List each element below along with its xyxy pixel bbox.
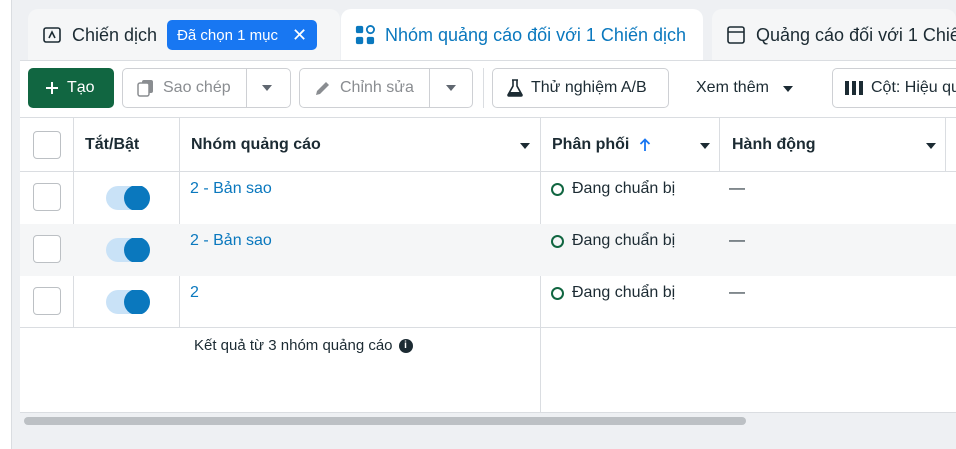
tab-campaigns-label: Chiến dịch: [72, 24, 158, 45]
split-divider: [429, 68, 430, 108]
actions-value: —: [729, 284, 745, 301]
header-delivery-sort-icon[interactable]: [700, 143, 710, 149]
ad-set-name-link[interactable]: 2 - Bản sao: [190, 232, 272, 250]
ad-sets-panel: Tạo Sao chép Chỉnh sửa Thử nghiệm A/B Xe…: [20, 60, 956, 425]
actions-value: —: [729, 232, 745, 249]
header-delivery[interactable]: Phân phối: [552, 118, 651, 172]
delivery-status-label: Đang chuẩn bị: [572, 284, 676, 301]
ab-test-button[interactable]: Thử nghiệm A/B: [492, 68, 669, 108]
row-checkbox[interactable]: [33, 235, 61, 263]
table-header: Tắt/Bật Nhóm quảng cáo Phân phối Hành độ…: [20, 117, 956, 172]
selected-badge-label: Đã chọn 1 mục: [177, 26, 278, 44]
info-icon[interactable]: i: [398, 338, 413, 353]
pencil-icon: [314, 79, 332, 97]
close-icon[interactable]: ✕: [292, 25, 307, 46]
create-button-label: Tạo: [67, 79, 95, 96]
table-row[interactable]: 2 - Bản sao Đang chuẩn bị —: [20, 172, 956, 224]
more-button[interactable]: Xem thêm: [686, 68, 806, 108]
header-delivery-label: Phân phối: [552, 136, 630, 153]
status-circle-icon: [551, 234, 564, 248]
row-checkbox[interactable]: [33, 183, 61, 211]
ab-test-button-label: Thử nghiệm A/B: [531, 79, 647, 96]
status-toggle[interactable]: [106, 238, 150, 262]
toolbar-divider: [483, 68, 484, 108]
horizontal-scrollbar[interactable]: [24, 417, 746, 425]
table-row[interactable]: 2 - Bản sao Đang chuẩn bị —: [20, 224, 956, 276]
select-all-checkbox[interactable]: [33, 131, 61, 159]
create-button[interactable]: Tạo: [28, 68, 114, 108]
chevron-down-icon: [782, 79, 793, 97]
edit-button-label: Chỉnh sửa: [340, 79, 414, 96]
columns-button[interactable]: Cột: Hiệu quả: [832, 68, 956, 108]
plus-icon: [45, 81, 59, 95]
table-row[interactable]: 2 Đang chuẩn bị —: [20, 276, 956, 328]
delivery-status: Đang chuẩn bị: [551, 180, 675, 198]
status-circle-icon: [551, 182, 564, 196]
arrow-up-icon: [639, 138, 651, 152]
header-toggle[interactable]: Tắt/Bật: [85, 118, 139, 172]
footer-divider: [20, 412, 956, 413]
duplicate-icon: [137, 79, 155, 97]
tab-ads-label: Quảng cáo đối với 1 Chiến dịch: [756, 24, 956, 45]
duplicate-button-label: Sao chép: [163, 79, 231, 96]
status-circle-icon: [551, 286, 564, 300]
status-toggle[interactable]: [106, 186, 150, 210]
left-edge: [0, 0, 12, 449]
header-name-sort-icon[interactable]: [520, 143, 530, 149]
delivery-status: Đang chuẩn bị: [551, 284, 675, 302]
delivery-status: Đang chuẩn bị: [551, 232, 675, 250]
toolbar: Tạo Sao chép Chỉnh sửa Thử nghiệm A/B Xe…: [28, 68, 956, 108]
ad-icon: [726, 25, 746, 45]
row-checkbox[interactable]: [33, 287, 61, 315]
header-name[interactable]: Nhóm quảng cáo: [191, 118, 321, 172]
column-divider: [945, 117, 946, 172]
duplicate-dropdown-icon[interactable]: [262, 85, 272, 91]
ad-set-icon: [355, 25, 375, 45]
ad-set-name-link[interactable]: 2: [190, 284, 199, 302]
tab-ad-sets[interactable]: Nhóm quảng cáo đối với 1 Chiến dịch: [341, 9, 703, 61]
edit-dropdown-icon[interactable]: [446, 85, 456, 91]
header-actions-sort-icon[interactable]: [926, 143, 936, 149]
header-actions[interactable]: Hành động: [732, 118, 816, 172]
flask-icon: [507, 79, 523, 97]
columns-button-label: Cột: Hiệu quả: [871, 79, 956, 96]
campaign-icon: [42, 25, 62, 45]
tab-campaigns[interactable]: Chiến dịch Đã chọn 1 mục ✕: [28, 9, 340, 61]
columns-icon: [845, 81, 863, 95]
actions-value: —: [729, 180, 745, 197]
delivery-status-label: Đang chuẩn bị: [572, 232, 676, 249]
selected-badge[interactable]: Đã chọn 1 mục ✕: [167, 20, 318, 50]
results-summary: Kết quả từ 3 nhóm quảng cáo i: [194, 337, 413, 354]
results-summary-label: Kết quả từ 3 nhóm quảng cáo: [194, 337, 393, 354]
split-divider: [246, 68, 247, 108]
column-divider: [719, 117, 720, 172]
more-button-label: Xem thêm: [696, 79, 769, 96]
tab-ad-sets-label: Nhóm quảng cáo đối với 1 Chiến dịch: [385, 24, 686, 45]
delivery-status-label: Đang chuẩn bị: [572, 180, 676, 197]
status-toggle[interactable]: [106, 290, 150, 314]
tab-ads[interactable]: Quảng cáo đối với 1 Chiến dịch: [712, 9, 956, 61]
tab-bar: Chiến dịch Đã chọn 1 mục ✕ Nhóm quảng cá…: [20, 9, 956, 61]
ad-set-name-link[interactable]: 2 - Bản sao: [190, 180, 272, 198]
